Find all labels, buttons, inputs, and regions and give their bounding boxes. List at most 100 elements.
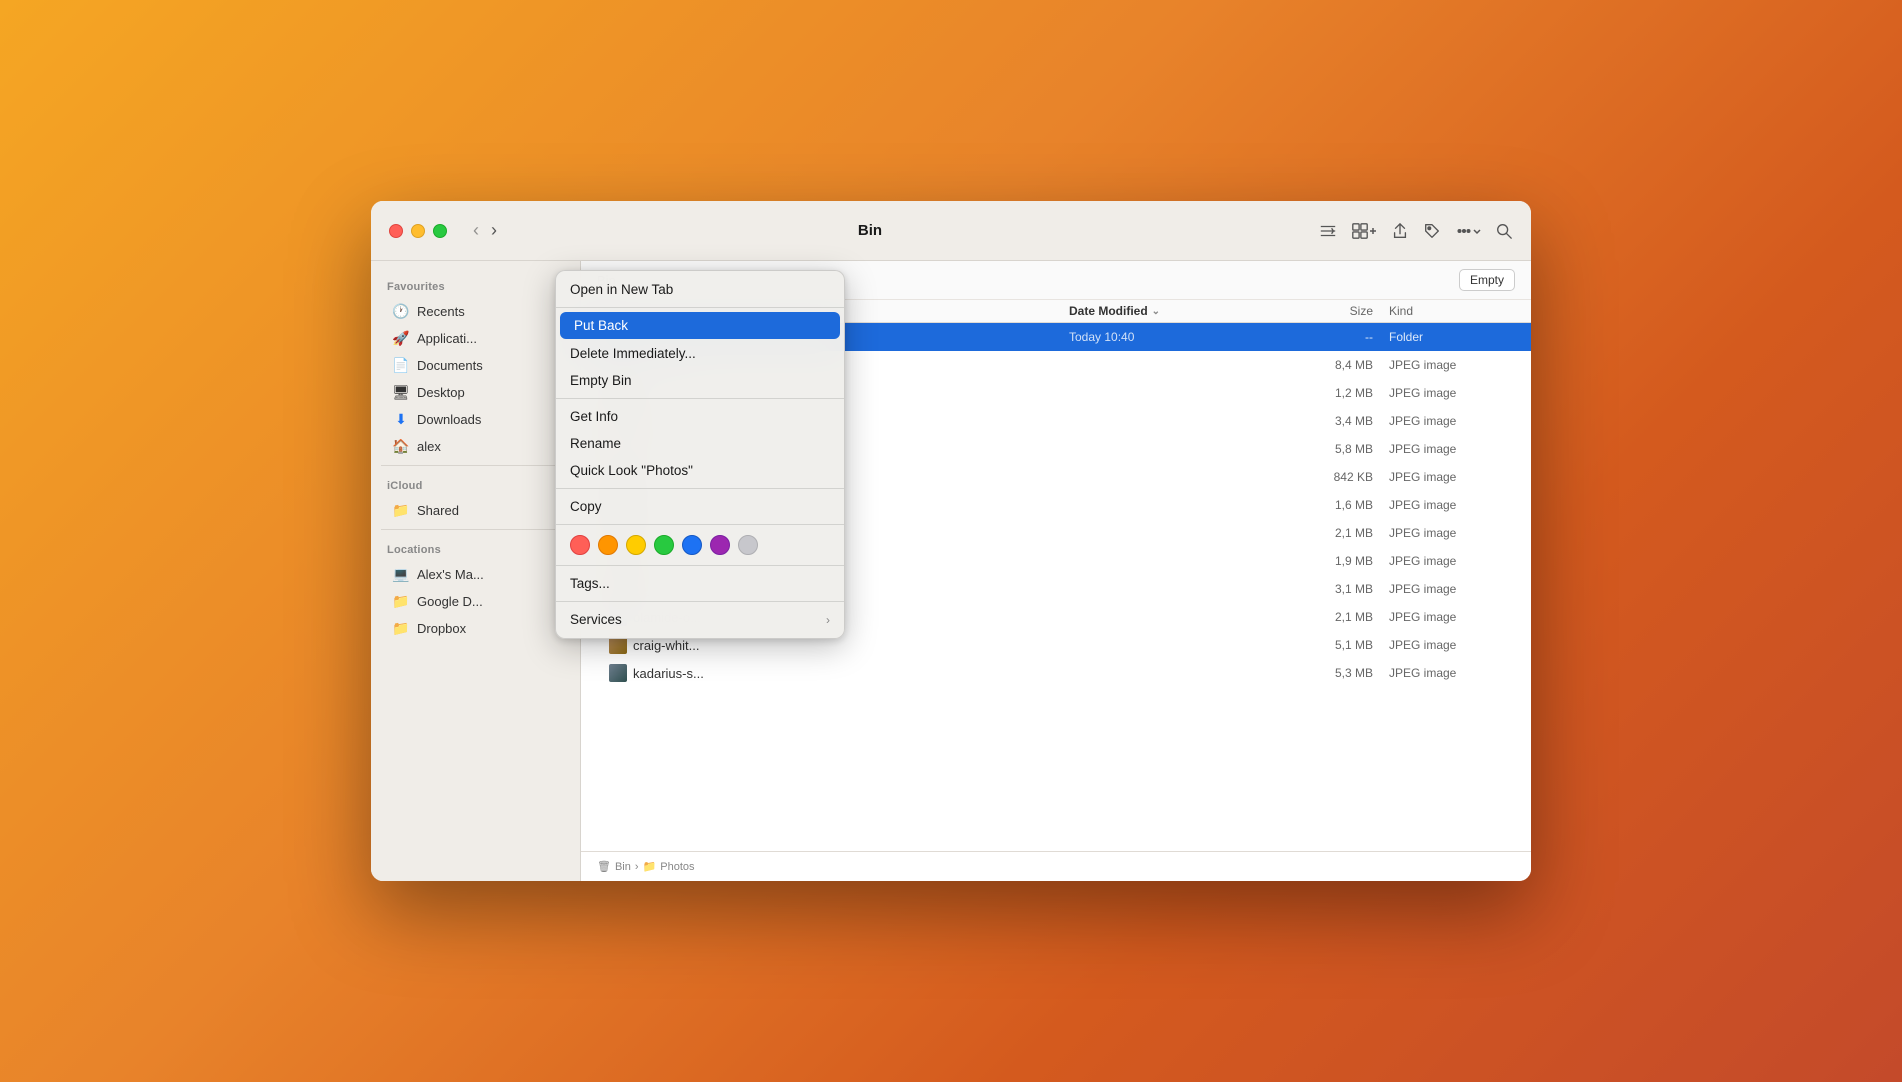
file-size: 5,3 MB (1289, 666, 1389, 680)
close-button[interactable] (389, 224, 403, 238)
sidebar-item-label: Recents (417, 304, 465, 319)
desktop-icon: 🖥 (393, 384, 409, 400)
applications-icon: 🚀 (393, 330, 409, 346)
tag-color-orange[interactable] (598, 535, 618, 555)
file-kind: JPEG image (1389, 666, 1519, 680)
status-photos-label: Photos (660, 861, 694, 873)
sidebar-item-downloads[interactable]: ⬇ Downloads (377, 406, 574, 432)
file-kind: JPEG image (1389, 386, 1519, 400)
sidebar-divider-1 (381, 465, 570, 466)
shared-icon: 📁 (393, 502, 409, 518)
tag-icon[interactable] (1423, 222, 1441, 240)
file-name: craig-whit... (633, 638, 1069, 653)
col-date-header[interactable]: Date Modified ⌄ (1069, 304, 1289, 318)
col-size-header[interactable]: Size (1289, 304, 1389, 318)
sidebar-item-recents[interactable]: 🕐 Recents (377, 298, 574, 324)
tag-color-green[interactable] (654, 535, 674, 555)
share-icon[interactable] (1391, 222, 1409, 240)
sidebar-item-documents[interactable]: 📄 Documents (377, 352, 574, 378)
file-kind: JPEG image (1389, 358, 1519, 372)
file-size: 5,1 MB (1289, 638, 1389, 652)
sidebar-item-google-drive[interactable]: 📁 Google D... (377, 588, 574, 614)
tag-color-blue[interactable] (682, 535, 702, 555)
sidebar-item-label: Dropbox (417, 621, 466, 636)
file-size: 1,9 MB (1289, 554, 1389, 568)
sidebar-item-applications[interactable]: 🚀 Applicati... (377, 325, 574, 351)
toolbar-right (1319, 222, 1513, 240)
ctx-tags[interactable]: Tags... (556, 570, 844, 597)
file-kind: JPEG image (1389, 638, 1519, 652)
recents-icon: 🕐 (393, 303, 409, 319)
more-icon[interactable] (1455, 222, 1481, 240)
file-kind: JPEG image (1389, 442, 1519, 456)
table-row[interactable]: kadarius-s... 5,3 MB JPEG image (581, 659, 1531, 687)
ctx-quick-look[interactable]: Quick Look "Photos" (556, 457, 844, 484)
file-size: 3,4 MB (1289, 414, 1389, 428)
file-size: 2,1 MB (1289, 610, 1389, 624)
ctx-divider-4 (556, 524, 844, 525)
sidebar-item-alexs-mac[interactable]: 💻 Alex's Ma... (377, 561, 574, 587)
file-size: 1,2 MB (1289, 386, 1389, 400)
alexs-mac-icon: 💻 (393, 566, 409, 582)
status-breadcrumb: 🗑 Bin › 📁 Photos (597, 860, 695, 873)
ctx-open-new-tab[interactable]: Open in New Tab (556, 276, 844, 303)
ctx-empty-bin[interactable]: Empty Bin (556, 367, 844, 394)
dropbox-icon: 📁 (393, 620, 409, 636)
favourites-label: Favourites (371, 273, 580, 297)
ctx-divider-6 (556, 601, 844, 602)
alex-icon: 🏠 (393, 438, 409, 454)
content-area: Favourites 🕐 Recents 🚀 Applicati... 📄 Do… (371, 261, 1531, 881)
sidebar: Favourites 🕐 Recents 🚀 Applicati... 📄 Do… (371, 261, 581, 881)
sidebar-item-desktop[interactable]: 🖥 Desktop (377, 379, 574, 405)
status-bin-label: Bin (615, 861, 631, 873)
sidebar-item-label: Downloads (417, 412, 481, 427)
sort-arrow: ⌄ (1152, 306, 1160, 317)
sidebar-item-shared[interactable]: 📁 Shared (377, 497, 574, 523)
file-size: 2,1 MB (1289, 526, 1389, 540)
ctx-services[interactable]: Services › (556, 606, 844, 633)
sidebar-item-label: Shared (417, 503, 459, 518)
ctx-delete-immediately[interactable]: Delete Immediately... (556, 340, 844, 367)
list-view-icon[interactable] (1319, 222, 1337, 240)
status-photos-icon: 📁 (643, 860, 657, 873)
ctx-put-back[interactable]: Put Back (560, 312, 840, 339)
ctx-copy[interactable]: Copy (556, 493, 844, 520)
image-thumbnail (609, 664, 627, 682)
tag-color-gray[interactable] (738, 535, 758, 555)
color-tags-row (556, 529, 844, 561)
file-kind: JPEG image (1389, 498, 1519, 512)
back-button[interactable]: ‹ (469, 218, 483, 243)
status-bin-icon: 🗑 (597, 860, 611, 873)
sidebar-item-alex[interactable]: 🏠 alex (377, 433, 574, 459)
tag-color-red[interactable] (570, 535, 590, 555)
sidebar-item-dropbox[interactable]: 📁 Dropbox (377, 615, 574, 641)
tag-color-yellow[interactable] (626, 535, 646, 555)
file-name: kadarius-s... (633, 666, 1069, 681)
ctx-rename[interactable]: Rename (556, 430, 844, 457)
locations-label: Locations (371, 536, 580, 560)
minimize-button[interactable] (411, 224, 425, 238)
toolbar: ‹ › Bin (371, 201, 1531, 261)
sidebar-item-label: Desktop (417, 385, 465, 400)
google-drive-icon: 📁 (393, 593, 409, 609)
search-icon[interactable] (1495, 222, 1513, 240)
empty-button[interactable]: Empty (1459, 269, 1515, 291)
file-date: Today 10:40 (1069, 330, 1289, 344)
status-bar: 🗑 Bin › 📁 Photos (581, 851, 1531, 881)
file-kind: JPEG image (1389, 470, 1519, 484)
ctx-divider-1 (556, 307, 844, 308)
documents-icon: 📄 (393, 357, 409, 373)
file-kind: JPEG image (1389, 582, 1519, 596)
ctx-divider-2 (556, 398, 844, 399)
status-arrow: › (635, 861, 639, 873)
grid-view-icon[interactable] (1351, 222, 1377, 240)
ctx-get-info[interactable]: Get Info (556, 403, 844, 430)
context-menu: Open in New Tab Put Back Delete Immediat… (555, 270, 845, 639)
file-size: 1,6 MB (1289, 498, 1389, 512)
file-size: 8,4 MB (1289, 358, 1389, 372)
file-size: 5,8 MB (1289, 442, 1389, 456)
col-kind-header[interactable]: Kind (1389, 304, 1519, 318)
file-size: -- (1289, 330, 1389, 344)
tag-color-purple[interactable] (710, 535, 730, 555)
file-size: 842 KB (1289, 470, 1389, 484)
